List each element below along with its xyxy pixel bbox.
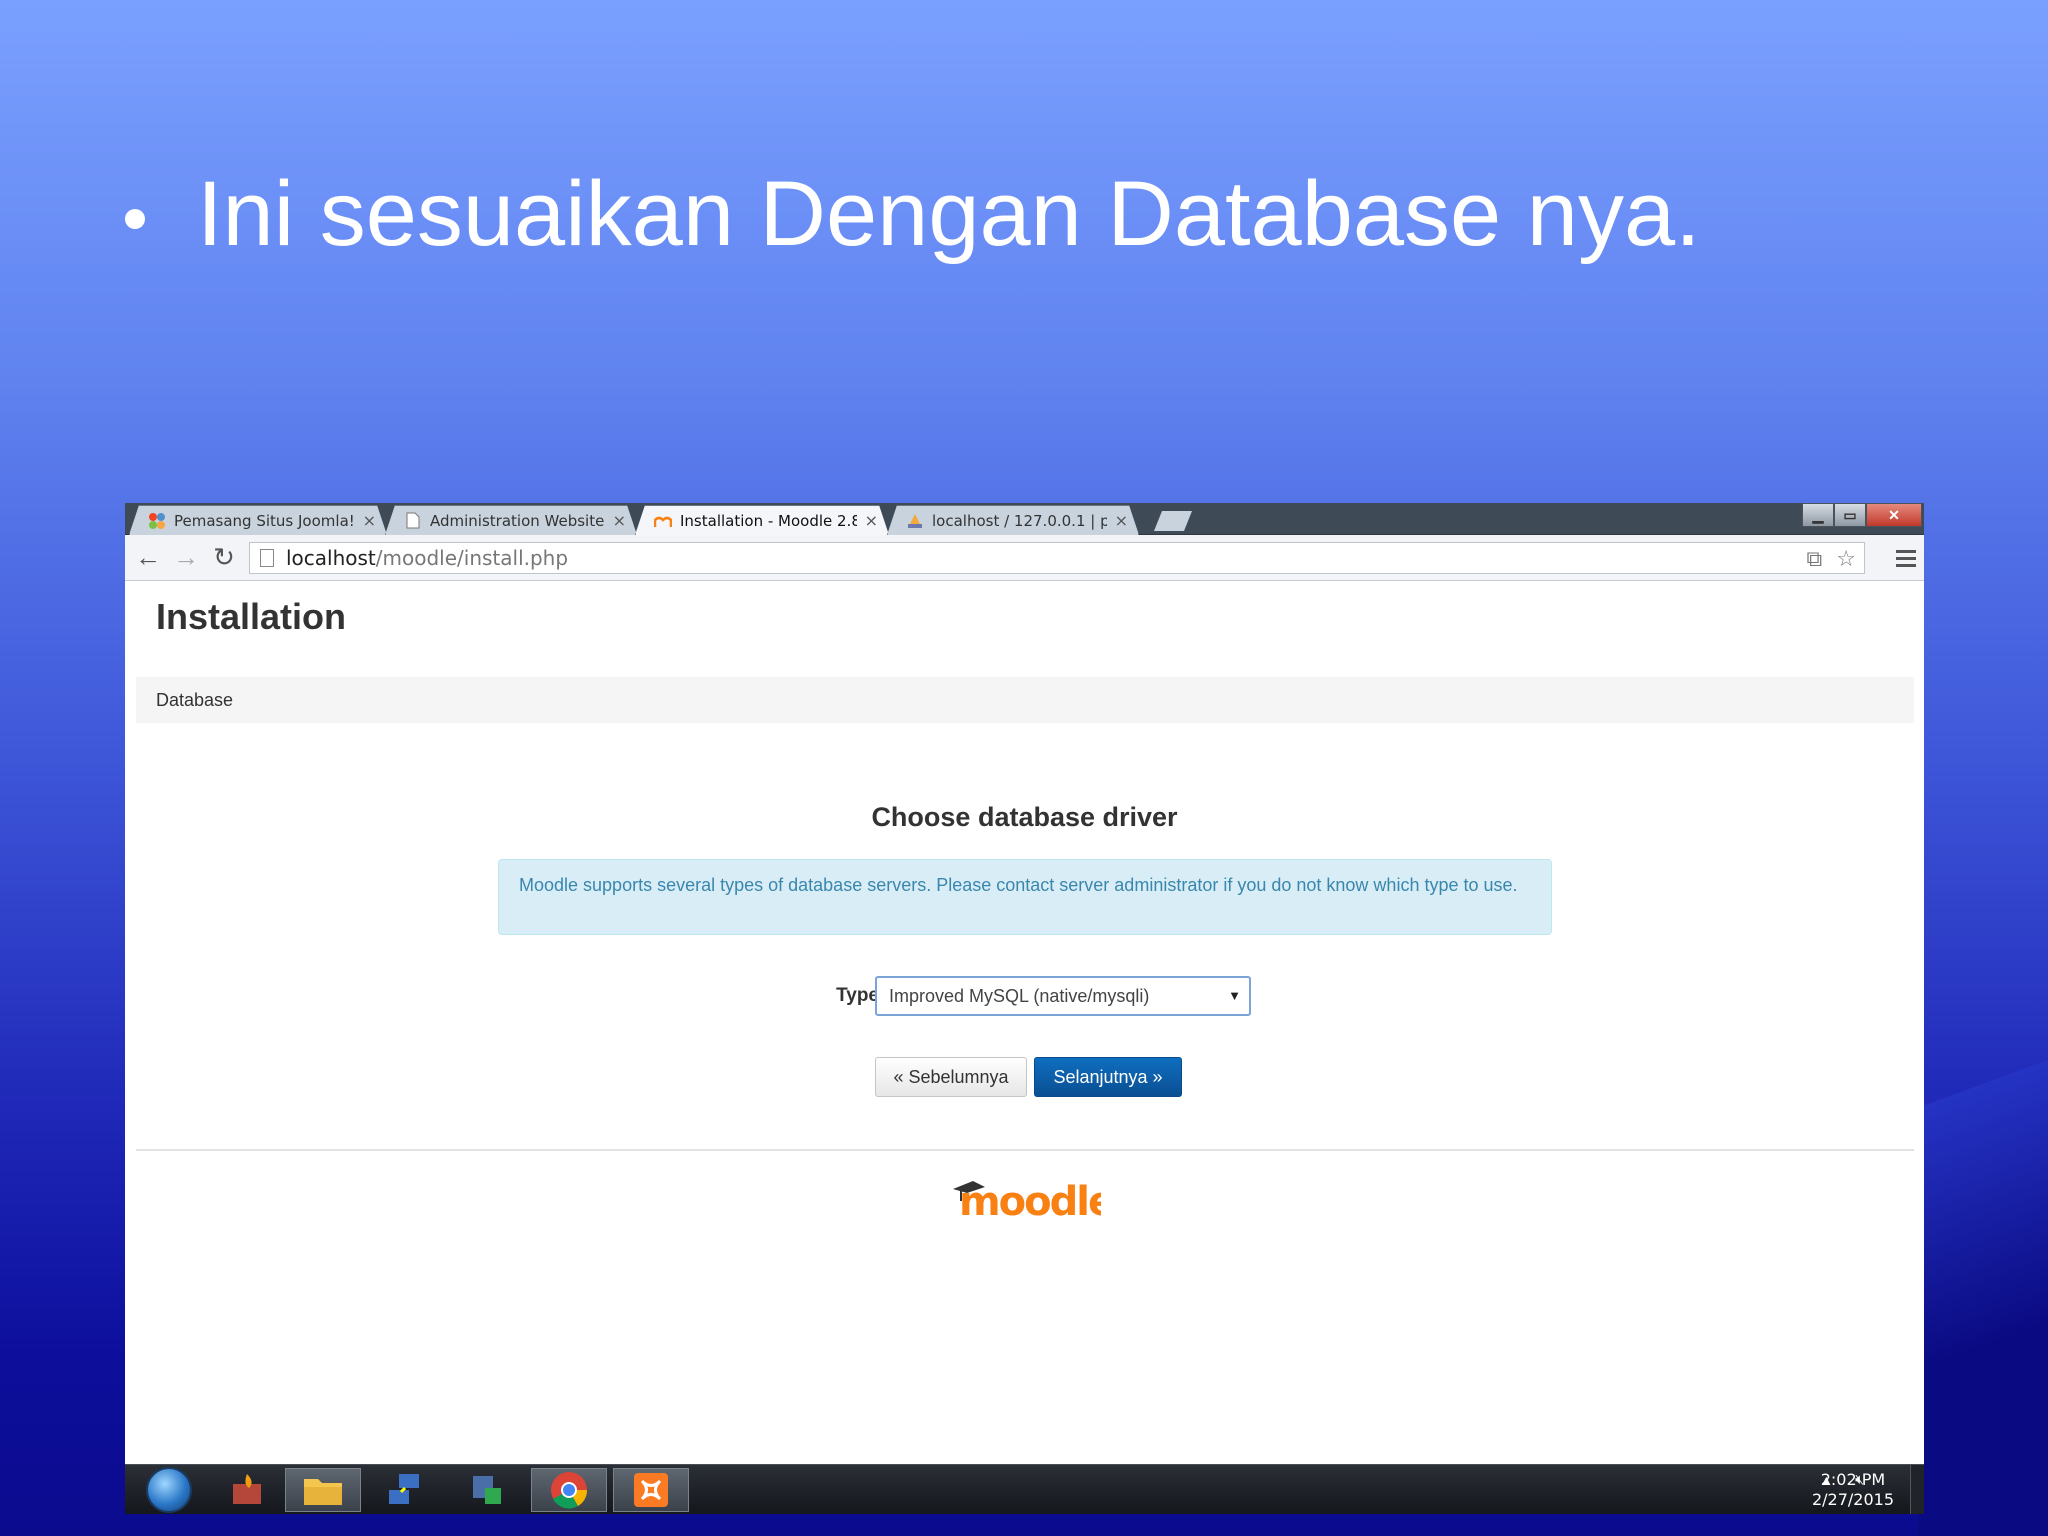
maximize-button[interactable]: ▭ <box>1834 503 1866 527</box>
joomla-icon <box>148 512 166 530</box>
taskbar-clock[interactable]: 2:02 PM 2/27/2015 <box>1812 1470 1894 1510</box>
omnibox-actions: ⧉ ☆ <box>1807 543 1856 575</box>
slide-title: Ini sesuaikan Dengan Database nya. <box>125 162 1701 267</box>
taskbar-app-firewall[interactable] <box>211 1468 287 1512</box>
close-icon[interactable]: × <box>1115 511 1128 530</box>
page-title: Installation <box>156 596 347 637</box>
next-button[interactable]: Selanjutnya » <box>1034 1057 1182 1097</box>
start-icon <box>146 1467 192 1513</box>
tab-label: Administration Website <box>430 511 605 530</box>
url-host: localhost <box>286 546 376 570</box>
firewall-icon <box>233 1474 261 1504</box>
address-bar[interactable]: localhost/moodle/install.php ⧉ ☆ <box>249 542 1865 574</box>
security-icon <box>473 1476 501 1504</box>
page-icon <box>404 512 422 530</box>
background-swoosh <box>1918 1060 2048 1536</box>
close-icon[interactable]: × <box>865 511 878 530</box>
tab-label: localhost / 127.0.0.1 | php <box>932 511 1107 530</box>
taskbar-app-security[interactable] <box>449 1468 525 1512</box>
taskbar-app-explorer[interactable] <box>285 1468 361 1512</box>
clock-date: 2/27/2015 <box>1811 1490 1894 1509</box>
windows-taskbar: ▲ 🔇︎ 2:02 PM 2/27/2015 <box>125 1464 1924 1514</box>
minimize-button[interactable]: ▁ <box>1802 503 1834 527</box>
tab-phpmyadmin[interactable]: localhost / 127.0.0.1 | php × <box>887 505 1139 535</box>
browser-toolbar: ← → ↻ localhost/moodle/install.php ⧉ ☆ <box>125 535 1924 581</box>
moodle-logo[interactable]: moodle <box>951 1171 1116 1225</box>
taskbar-app-network[interactable] <box>367 1468 443 1512</box>
page-info-icon[interactable] <box>260 549 274 567</box>
previous-button[interactable]: « Sebelumnya <box>875 1057 1027 1097</box>
dropdown-arrow-icon: ▼ <box>1228 988 1241 1003</box>
reload-icon[interactable]: ↻ <box>205 539 243 577</box>
database-type-select[interactable]: Improved MySQL (native/mysqli) ▼ <box>875 976 1251 1016</box>
selected-value: Improved MySQL (native/mysqli) <box>889 985 1150 1006</box>
breadcrumb-item: Database <box>156 689 234 710</box>
file-explorer-icon <box>304 1479 342 1505</box>
tab-administration[interactable]: Administration Website × <box>385 505 637 535</box>
taskbar-app-chrome[interactable] <box>531 1468 607 1512</box>
logo-wordmark: moodle <box>959 1179 1101 1223</box>
tab-moodle-installation[interactable]: Installation - Moodle 2.8.3 × <box>635 505 889 535</box>
close-window-button[interactable]: ✕ <box>1866 503 1922 527</box>
phpmyadmin-icon <box>906 512 924 530</box>
moodle-install-page: Installation Database Choose database dr… <box>125 581 1924 1464</box>
url-path: /moodle/install.php <box>375 546 569 570</box>
back-icon[interactable]: ← <box>129 539 167 577</box>
breadcrumb: Database <box>136 677 1914 723</box>
clock-time: 2:02 PM <box>1820 1470 1886 1489</box>
show-desktop-button[interactable] <box>1910 1465 1924 1514</box>
slide-title-text: Ini sesuaikan Dengan Database nya. <box>197 163 1701 265</box>
tab-joomla[interactable]: Pemasang Situs Joomla! × <box>129 505 387 535</box>
tab-label: Pemasang Situs Joomla! <box>174 511 355 530</box>
tab-label: Installation - Moodle 2.8.3 <box>680 511 857 530</box>
browser-tabstrip: Pemasang Situs Joomla! × Administration … <box>125 503 1924 535</box>
xampp-icon <box>634 1473 668 1507</box>
footer-divider <box>136 1149 1914 1151</box>
new-tab-button[interactable] <box>1154 511 1192 531</box>
close-icon[interactable]: × <box>613 511 626 530</box>
moodle-icon <box>654 512 672 530</box>
bookmark-star-icon[interactable]: ☆ <box>1836 547 1856 572</box>
close-icon[interactable]: × <box>363 511 376 530</box>
network-icon <box>389 1474 419 1504</box>
screenshot-window: Pemasang Situs Joomla! × Administration … <box>125 503 1924 1514</box>
info-text: Moodle supports several types of databas… <box>519 875 1518 895</box>
chrome-icon <box>551 1472 588 1509</box>
window-controls: ▁ ▭ ✕ <box>1802 503 1922 527</box>
bullet-icon <box>125 208 145 229</box>
type-label: Type <box>836 985 879 1006</box>
taskbar-app-xampp[interactable] <box>613 1468 689 1512</box>
info-alert: Moodle supports several types of databas… <box>498 859 1552 935</box>
start-button[interactable] <box>131 1467 207 1513</box>
section-heading: Choose database driver <box>871 802 1178 832</box>
forward-icon[interactable]: → <box>167 539 205 577</box>
menu-icon[interactable] <box>1896 543 1916 573</box>
translate-icon[interactable]: ⧉ <box>1807 547 1823 572</box>
